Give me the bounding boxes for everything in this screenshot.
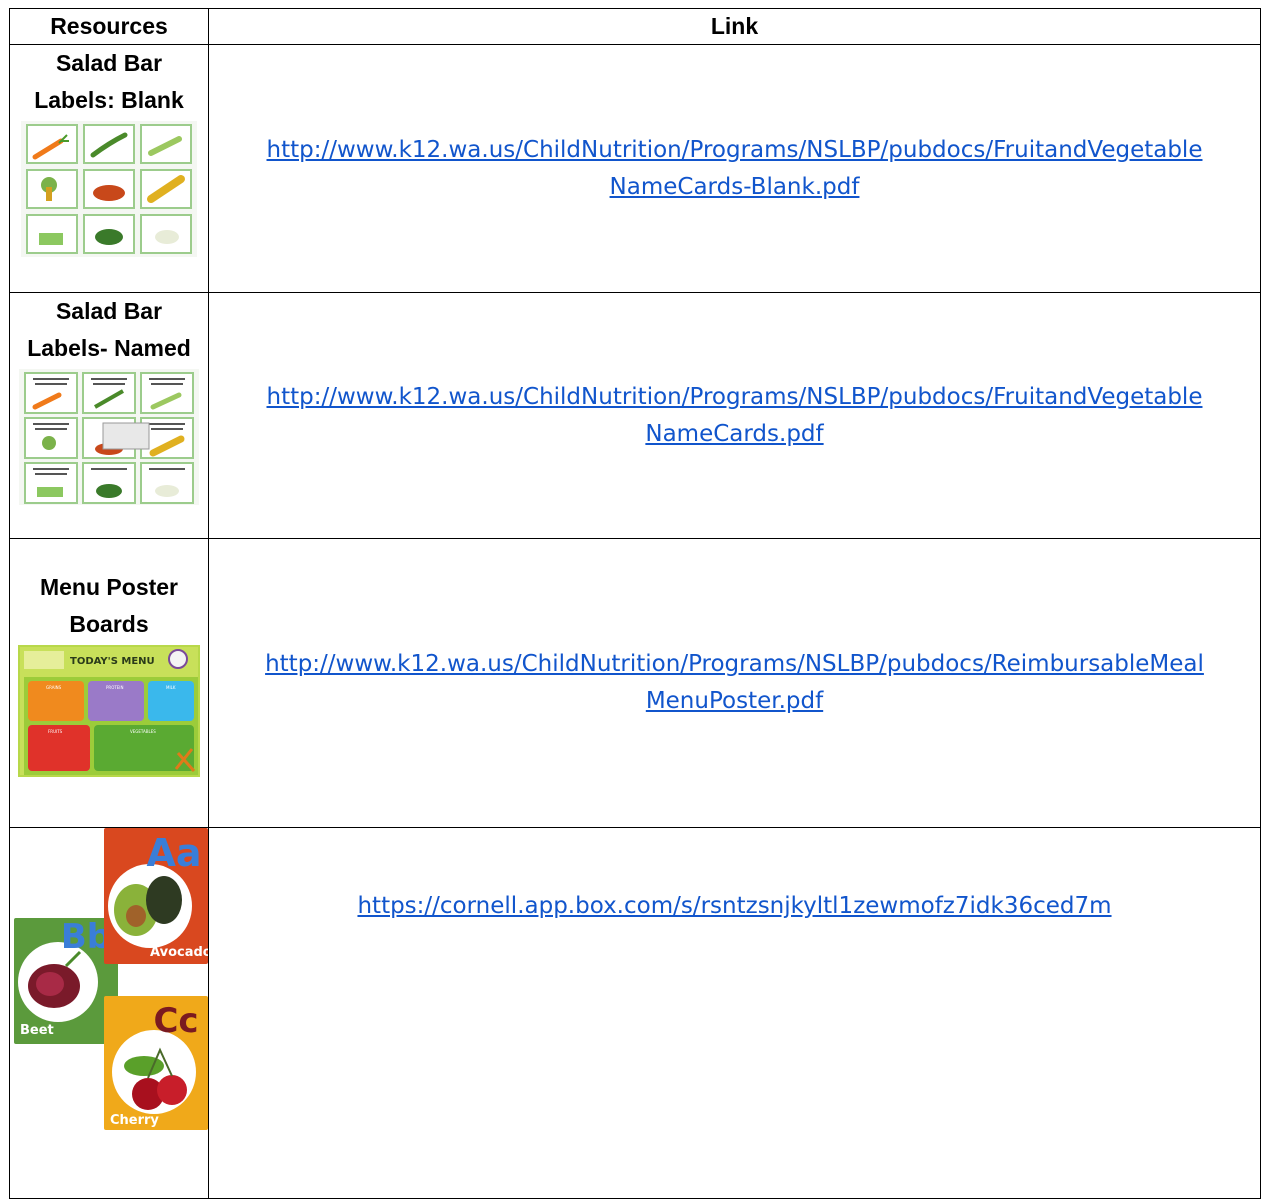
link-line: https://cornell.app.box.com/s/rsntzsnjky… (357, 893, 1112, 919)
table-row: Bb Beet Aa Avocado Cc Cherry https://cor… (9, 827, 1261, 1199)
menu-poster-thumbnail: TODAY'S MENU GRAINS PROTEIN MILK FRUITS … (18, 645, 200, 777)
card-word: Avocado (150, 945, 208, 960)
resource-label: Menu Poster Boards (10, 569, 208, 643)
resource-label: Salad Bar Labels: Blank (10, 45, 208, 119)
poster-section-label: VEGETABLES (130, 729, 156, 734)
resource-label-line: Menu Poster (39, 574, 179, 600)
resource-cell: Menu Poster Boards TODAY'S MENU GRAINS P… (9, 538, 209, 828)
resource-cell: Salad Bar Labels- Named (9, 292, 209, 539)
poster-section-label: FRUITS (48, 729, 63, 734)
cherry-card: Cc Cherry (104, 996, 208, 1130)
alphabet-cards: Bb Beet Aa Avocado Cc Cherry (10, 828, 208, 1133)
salad-bar-blank-thumbnail (21, 121, 197, 257)
link-cell: http://www.k12.wa.us/ChildNutrition/Prog… (208, 538, 1261, 828)
resource-label-line: Labels: Blank (34, 87, 184, 113)
link-cell: http://www.k12.wa.us/ChildNutrition/Prog… (208, 292, 1261, 539)
resource-cell: Bb Beet Aa Avocado Cc Cherry (9, 827, 209, 1199)
resource-cell: Salad Bar Labels: Blank (9, 44, 209, 293)
table-row: Menu Poster Boards TODAY'S MENU GRAINS P… (9, 538, 1261, 828)
resource-label-line: Salad Bar (55, 298, 163, 324)
card-letters: Cc (153, 1001, 198, 1041)
link-line: MenuPoster.pdf (645, 688, 824, 714)
table-row: Salad Bar Labels- Named http://www.k12.w… (9, 292, 1261, 539)
salad-bar-named-thumbnail (19, 369, 199, 505)
link-cell: https://cornell.app.box.com/s/rsntzsnjky… (208, 827, 1261, 1199)
card-word: Beet (20, 1023, 54, 1038)
resources-table: Resources Link Salad Bar Labels: Blank h… (9, 8, 1261, 1199)
resource-label: Salad Bar Labels- Named (10, 293, 208, 367)
resource-label-line: Labels- Named (27, 335, 191, 361)
menu-poster-link[interactable]: http://www.k12.wa.us/ChildNutrition/Prog… (265, 651, 1204, 714)
link-line: http://www.k12.wa.us/ChildNutrition/Prog… (265, 651, 1204, 677)
header-row: Resources Link (9, 8, 1261, 45)
fruit-vegetable-named-link[interactable]: http://www.k12.wa.us/ChildNutrition/Prog… (267, 384, 1203, 447)
poster-section-label: MILK (166, 685, 176, 690)
link-line: NameCards.pdf (645, 420, 824, 447)
avocado-card: Aa Avocado (104, 828, 208, 964)
link-line: http://www.k12.wa.us/ChildNutrition/Prog… (266, 383, 1203, 410)
card-word: Cherry (110, 1113, 159, 1128)
resource-label-line: Boards (69, 611, 149, 637)
poster-section-label: PROTEIN (106, 685, 123, 690)
link-line: http://www.k12.wa.us/ChildNutrition/Prog… (266, 136, 1203, 163)
card-letters: Aa (146, 831, 201, 875)
resources-header: Resources (9, 8, 209, 45)
link-cell: http://www.k12.wa.us/ChildNutrition/Prog… (208, 44, 1261, 293)
poster-section-label: GRAINS (46, 685, 62, 690)
table-row: Salad Bar Labels: Blank http://www.k12.w… (9, 44, 1261, 293)
link-line: NameCards-Blank.pdf (609, 173, 860, 200)
poster-title: TODAY'S MENU (70, 656, 155, 667)
fruit-vegetable-blank-link[interactable]: http://www.k12.wa.us/ChildNutrition/Prog… (267, 137, 1203, 200)
link-header: Link (208, 8, 1261, 45)
resource-label-line: Salad Bar (55, 50, 163, 76)
cornell-box-link[interactable]: https://cornell.app.box.com/s/rsntzsnjky… (357, 893, 1111, 919)
beet-card: Bb Beet (14, 918, 118, 1044)
